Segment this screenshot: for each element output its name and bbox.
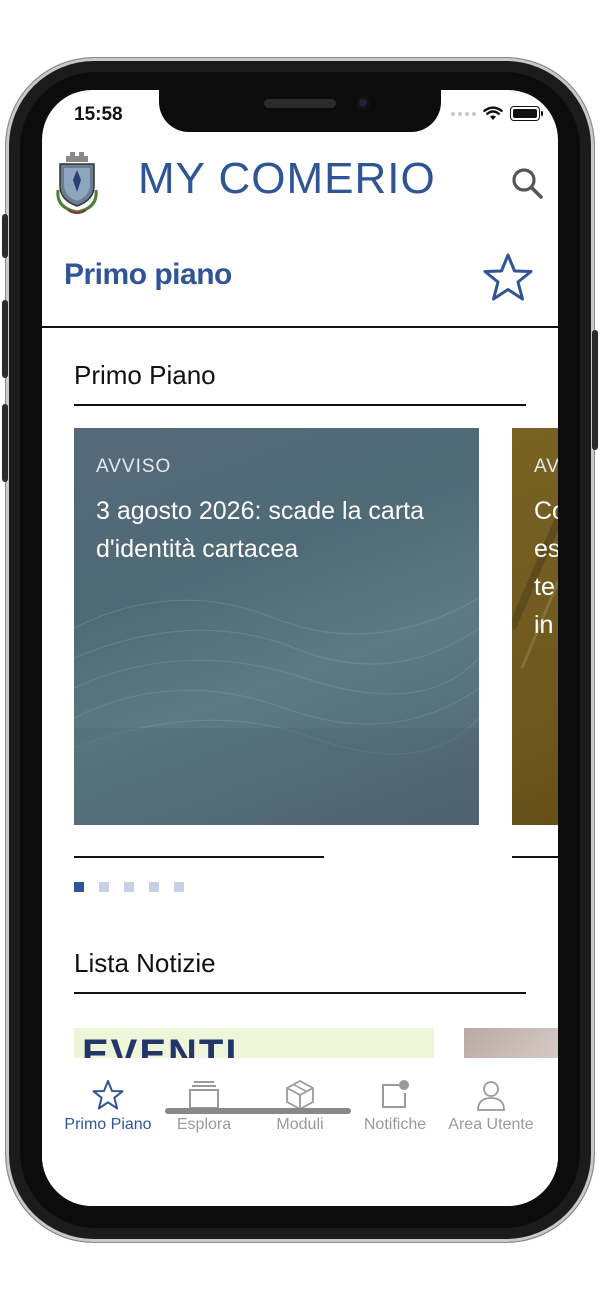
news-thumb-text: EVENTI COMERIO (82, 1032, 239, 1058)
user-icon (477, 1081, 505, 1111)
pager-dot[interactable] (99, 882, 109, 892)
app-screen: 15:58 MY COMERIO Primo piano Primo Piano… (42, 90, 558, 1206)
featured-card[interactable]: AVVISO 3 agosto 2026: scade la carta d'i… (74, 428, 479, 825)
header-divider (42, 326, 558, 328)
section-title-primo-piano: Primo Piano (74, 360, 216, 390)
tab-primo-piano[interactable]: Primo Piano (58, 1078, 158, 1134)
logo-name-text: COMERIO (218, 154, 436, 203)
search-icon[interactable] (510, 166, 544, 200)
card-headline: 3 agosto 2026: scade la carta d'identità… (96, 497, 425, 563)
front-camera (356, 96, 370, 110)
notch (159, 90, 441, 132)
bottom-tab-bar: Primo Piano Esplora Moduli Notifiche Are… (42, 1058, 558, 1206)
logo-my-text: MY (138, 154, 206, 203)
municipal-crest-icon (56, 152, 98, 214)
volume-up-button (2, 300, 8, 378)
news-item-thumbnail[interactable]: EVENTI COMERIO (74, 1028, 434, 1058)
pager-dot-active[interactable] (74, 882, 84, 892)
section-title-lista-notizie: Lista Notizie (74, 948, 216, 978)
featured-card[interactable]: AV Co es te in (512, 428, 558, 825)
home-indicator[interactable] (165, 1108, 351, 1114)
tab-label: Primo Piano (64, 1116, 152, 1133)
tab-area-utente[interactable]: Area Utente (441, 1078, 541, 1134)
tab-notifiche[interactable]: Notifiche (345, 1078, 445, 1134)
news-item-thumbnail[interactable] (464, 1028, 558, 1058)
card-underline (512, 856, 558, 858)
star-icon (92, 1080, 124, 1110)
notification-icon (382, 1080, 409, 1108)
tab-esplora[interactable]: Esplora (154, 1078, 254, 1134)
tab-label: Esplora (176, 1116, 232, 1133)
layers-icon (189, 1081, 219, 1109)
card-headline: Co es te in (534, 497, 558, 639)
power-button (592, 330, 598, 450)
mute-switch (2, 214, 8, 258)
tab-label: Moduli (276, 1116, 324, 1133)
pager-dot[interactable] (149, 882, 159, 892)
battery-icon (510, 106, 543, 121)
app-header: MY COMERIO (42, 142, 558, 232)
pager-dot[interactable] (174, 882, 184, 892)
pager-dot[interactable] (124, 882, 134, 892)
section-divider (74, 404, 526, 406)
cube-icon (286, 1080, 314, 1110)
signal-dots-icon (451, 111, 476, 116)
card-underline (74, 856, 324, 858)
favorite-star-icon[interactable] (482, 252, 534, 304)
tab-label: Area Utente (448, 1116, 534, 1133)
status-time: 15:58 (74, 104, 123, 125)
volume-down-button (2, 404, 8, 482)
wifi-icon (483, 106, 503, 120)
carousel-pager[interactable] (74, 882, 184, 892)
speaker (264, 99, 336, 108)
page-title: Primo piano (64, 258, 232, 291)
card-kind: AVVISO (96, 456, 172, 477)
tab-label: Notifiche (363, 1116, 427, 1133)
tab-moduli[interactable]: Moduli (250, 1078, 350, 1134)
status-indicators (451, 106, 543, 121)
card-background-texture (74, 597, 479, 825)
card-kind: AV (534, 456, 558, 477)
app-logo: MY COMERIO (138, 154, 436, 204)
section-divider (74, 992, 526, 994)
